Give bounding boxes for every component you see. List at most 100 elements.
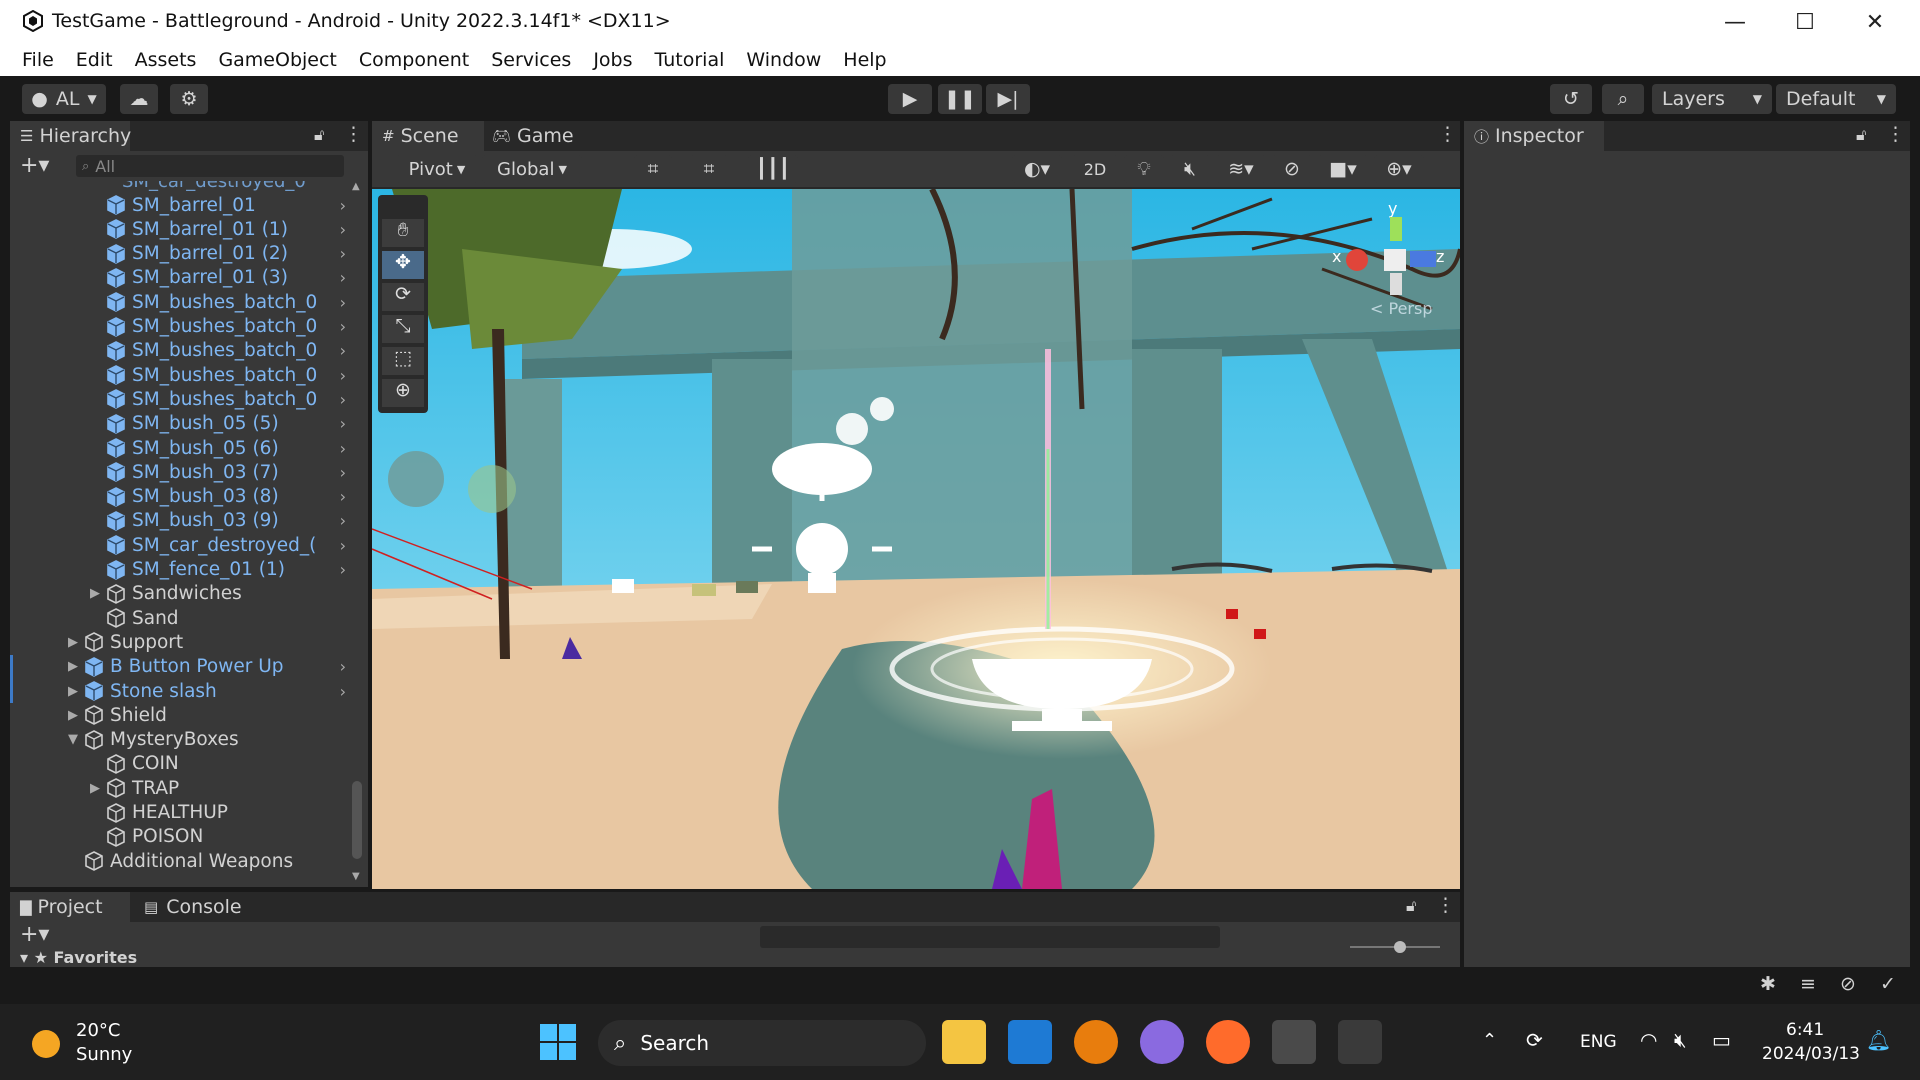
unity-hub-icon[interactable] — [1272, 1020, 1316, 1064]
hierarchy-row[interactable]: ▶ Stone slash › — [10, 679, 350, 703]
hierarchy-row[interactable]: HEALTHUP — [10, 801, 350, 825]
lighting-toggle-button[interactable]: 💡︎ — [1124, 155, 1164, 183]
step-button[interactable]: ▶| — [986, 84, 1030, 114]
project-search-input[interactable] — [760, 926, 1220, 948]
chevron-right-icon[interactable]: › — [340, 317, 346, 336]
collapsed-arrow-icon[interactable]: ▶ — [66, 659, 80, 674]
menu-help[interactable]: Help — [843, 49, 886, 71]
hierarchy-row[interactable]: SM_bushes_batch_0 › — [10, 387, 350, 411]
menu-gameobject[interactable]: GameObject — [218, 49, 336, 71]
zoom-slider[interactable] — [1350, 941, 1440, 953]
collab-button[interactable]: ⚙ — [170, 84, 208, 114]
clock-date[interactable]: 2024/03/13 — [1762, 1044, 1860, 1064]
pause-button[interactable]: ❚❚ — [938, 84, 982, 114]
orientation-gizmo[interactable]: y x z < Persp — [1332, 199, 1452, 319]
file-explorer-icon[interactable] — [942, 1020, 986, 1064]
add-button[interactable]: +▾ — [20, 922, 49, 947]
more-icon[interactable]: ⋮ — [1886, 123, 1905, 145]
chevron-up-icon[interactable]: ⌃ — [1482, 1030, 1497, 1051]
history-button[interactable]: ↺ — [1550, 84, 1592, 114]
hierarchy-row[interactable]: SM_car_destroyed_(› — [10, 533, 350, 557]
hidden-toggle-button[interactable]: ⊘ — [1272, 155, 1312, 183]
hierarchy-row[interactable]: SM_barrel_01 (2) › — [10, 242, 350, 266]
hierarchy-row[interactable]: Sand — [10, 606, 350, 630]
weather-widget[interactable]: 20°C Sunny — [28, 1020, 168, 1066]
battery-icon[interactable]: ▭ — [1712, 1028, 1731, 1052]
collapsed-arrow-icon[interactable]: ▶ — [88, 781, 102, 796]
tab-scene[interactable]: # Scene — [372, 121, 484, 151]
cloud-button[interactable]: ☁ — [120, 84, 158, 114]
snap-increment-button[interactable]: ⌗ — [690, 155, 728, 183]
lock-icon[interactable]: 🔓︎ — [1856, 125, 1866, 145]
menu-assets[interactable]: Assets — [135, 49, 197, 71]
tab-inspector[interactable]: ⓘ Inspector — [1464, 121, 1604, 151]
hierarchy-row[interactable]: ▶ Shield — [10, 703, 350, 727]
chevron-right-icon[interactable]: › — [340, 511, 346, 530]
chevron-right-icon[interactable]: › — [340, 390, 346, 409]
clock-time[interactable]: 6:41 — [1786, 1020, 1824, 1040]
effects-dropdown[interactable]: ≋▾ — [1216, 155, 1266, 183]
hierarchy-row[interactable]: ▶ Support — [10, 630, 350, 654]
minimize-button[interactable]: — — [1700, 0, 1770, 44]
hierarchy-row[interactable]: COIN — [10, 752, 350, 776]
expanded-arrow-icon[interactable]: ▼ — [66, 732, 80, 747]
menu-file[interactable]: File — [22, 49, 54, 71]
audio-toggle-button[interactable]: 🔇︎ — [1170, 155, 1210, 183]
language-indicator[interactable]: ENG — [1580, 1032, 1617, 1052]
chevron-right-icon[interactable]: › — [340, 560, 346, 579]
layout-dropdown[interactable]: Default ▼ — [1776, 84, 1896, 114]
auto-generate-icon[interactable]: ⊘ — [1840, 973, 1856, 995]
hierarchy-row[interactable]: SM_bushes_batch_0 › — [10, 315, 350, 339]
persp-label[interactable]: < Persp — [1370, 299, 1432, 318]
pivot-dropdown[interactable]: Pivot ▼ — [396, 155, 478, 183]
hierarchy-search-input[interactable]: ⌕ All — [76, 155, 344, 177]
wifi-icon[interactable]: ◠ — [1640, 1028, 1657, 1052]
tab-hierarchy[interactable]: ☰ Hierarchy — [10, 121, 131, 151]
2d-toggle-button[interactable]: 2D — [1072, 155, 1118, 183]
play-button[interactable]: ▶ — [888, 84, 932, 114]
collapsed-arrow-icon[interactable]: ▶ — [66, 684, 80, 699]
menu-window[interactable]: Window — [746, 49, 821, 71]
debug-icon[interactable]: ✱ — [1760, 973, 1776, 995]
collapsed-arrow-icon[interactable]: ▶ — [88, 586, 102, 601]
chevron-right-icon[interactable]: › — [340, 439, 346, 458]
favorites-header[interactable]: ▾ ★ Favorites — [20, 948, 137, 967]
hierarchy-row[interactable]: SM_bush_05 (6) › — [10, 436, 350, 460]
transform-tool-button[interactable]: ⊕ — [382, 379, 424, 407]
hierarchy-row[interactable]: SM_bushes_batch_0 › — [10, 339, 350, 363]
chevron-right-icon[interactable]: › — [340, 293, 346, 312]
hierarchy-row[interactable]: ▶ B Button Power Up › — [10, 654, 350, 679]
more-icon[interactable]: ⋮ — [1438, 123, 1457, 145]
maximize-button[interactable]: ☐ — [1770, 0, 1840, 44]
vscode-icon[interactable] — [1008, 1020, 1052, 1064]
tab-console[interactable]: ▤ Console — [144, 892, 274, 922]
gizmos-dropdown[interactable]: ⊕▾ — [1374, 155, 1424, 183]
ruler-button[interactable]: ┃┃┃ — [748, 155, 798, 183]
chevron-right-icon[interactable]: › — [340, 414, 346, 433]
menu-edit[interactable]: Edit — [76, 49, 113, 71]
grid-snap-button[interactable]: ⌗ — [634, 155, 672, 183]
chevron-right-icon[interactable]: › — [340, 196, 346, 215]
hierarchy-row[interactable]: SM_bushes_batch_0 › — [10, 290, 350, 314]
close-button[interactable]: ✕ — [1840, 0, 1910, 44]
global-dropdown[interactable]: Global ▼ — [482, 155, 582, 183]
collapsed-arrow-icon[interactable]: ▶ — [66, 635, 80, 650]
hierarchy-row[interactable]: SM_bush_03 (8) › — [10, 485, 350, 509]
unity-editor-icon[interactable] — [1338, 1020, 1382, 1064]
chevron-right-icon[interactable]: › — [340, 463, 346, 482]
app-icon[interactable] — [1140, 1020, 1184, 1064]
move-tool-button[interactable]: ✥ — [382, 251, 424, 279]
chevron-right-icon[interactable]: › — [340, 657, 346, 676]
scale-tool-button[interactable]: ⤡ — [382, 315, 424, 343]
rect-tool-button[interactable]: ⬚ — [382, 347, 424, 375]
start-button[interactable] — [540, 1024, 576, 1060]
add-button[interactable]: +▾ — [20, 153, 49, 178]
hierarchy-row[interactable]: SM_barrel_01 (1) › — [10, 217, 350, 241]
tab-project[interactable]: ▇ Project — [10, 892, 130, 922]
notification-bell-icon[interactable]: 🔔︎ — [1866, 1028, 1891, 1052]
hierarchy-row[interactable]: SM_barrel_01 (3) › — [10, 266, 350, 290]
hierarchy-row[interactable]: SM_bush_03 (7) › — [10, 460, 350, 484]
rotate-tool-button[interactable]: ⟳ — [382, 283, 424, 311]
hierarchy-row[interactable]: ▶ Sandwiches — [10, 582, 350, 606]
hierarchy-row[interactable]: SM_barrel_01 › — [10, 193, 350, 217]
